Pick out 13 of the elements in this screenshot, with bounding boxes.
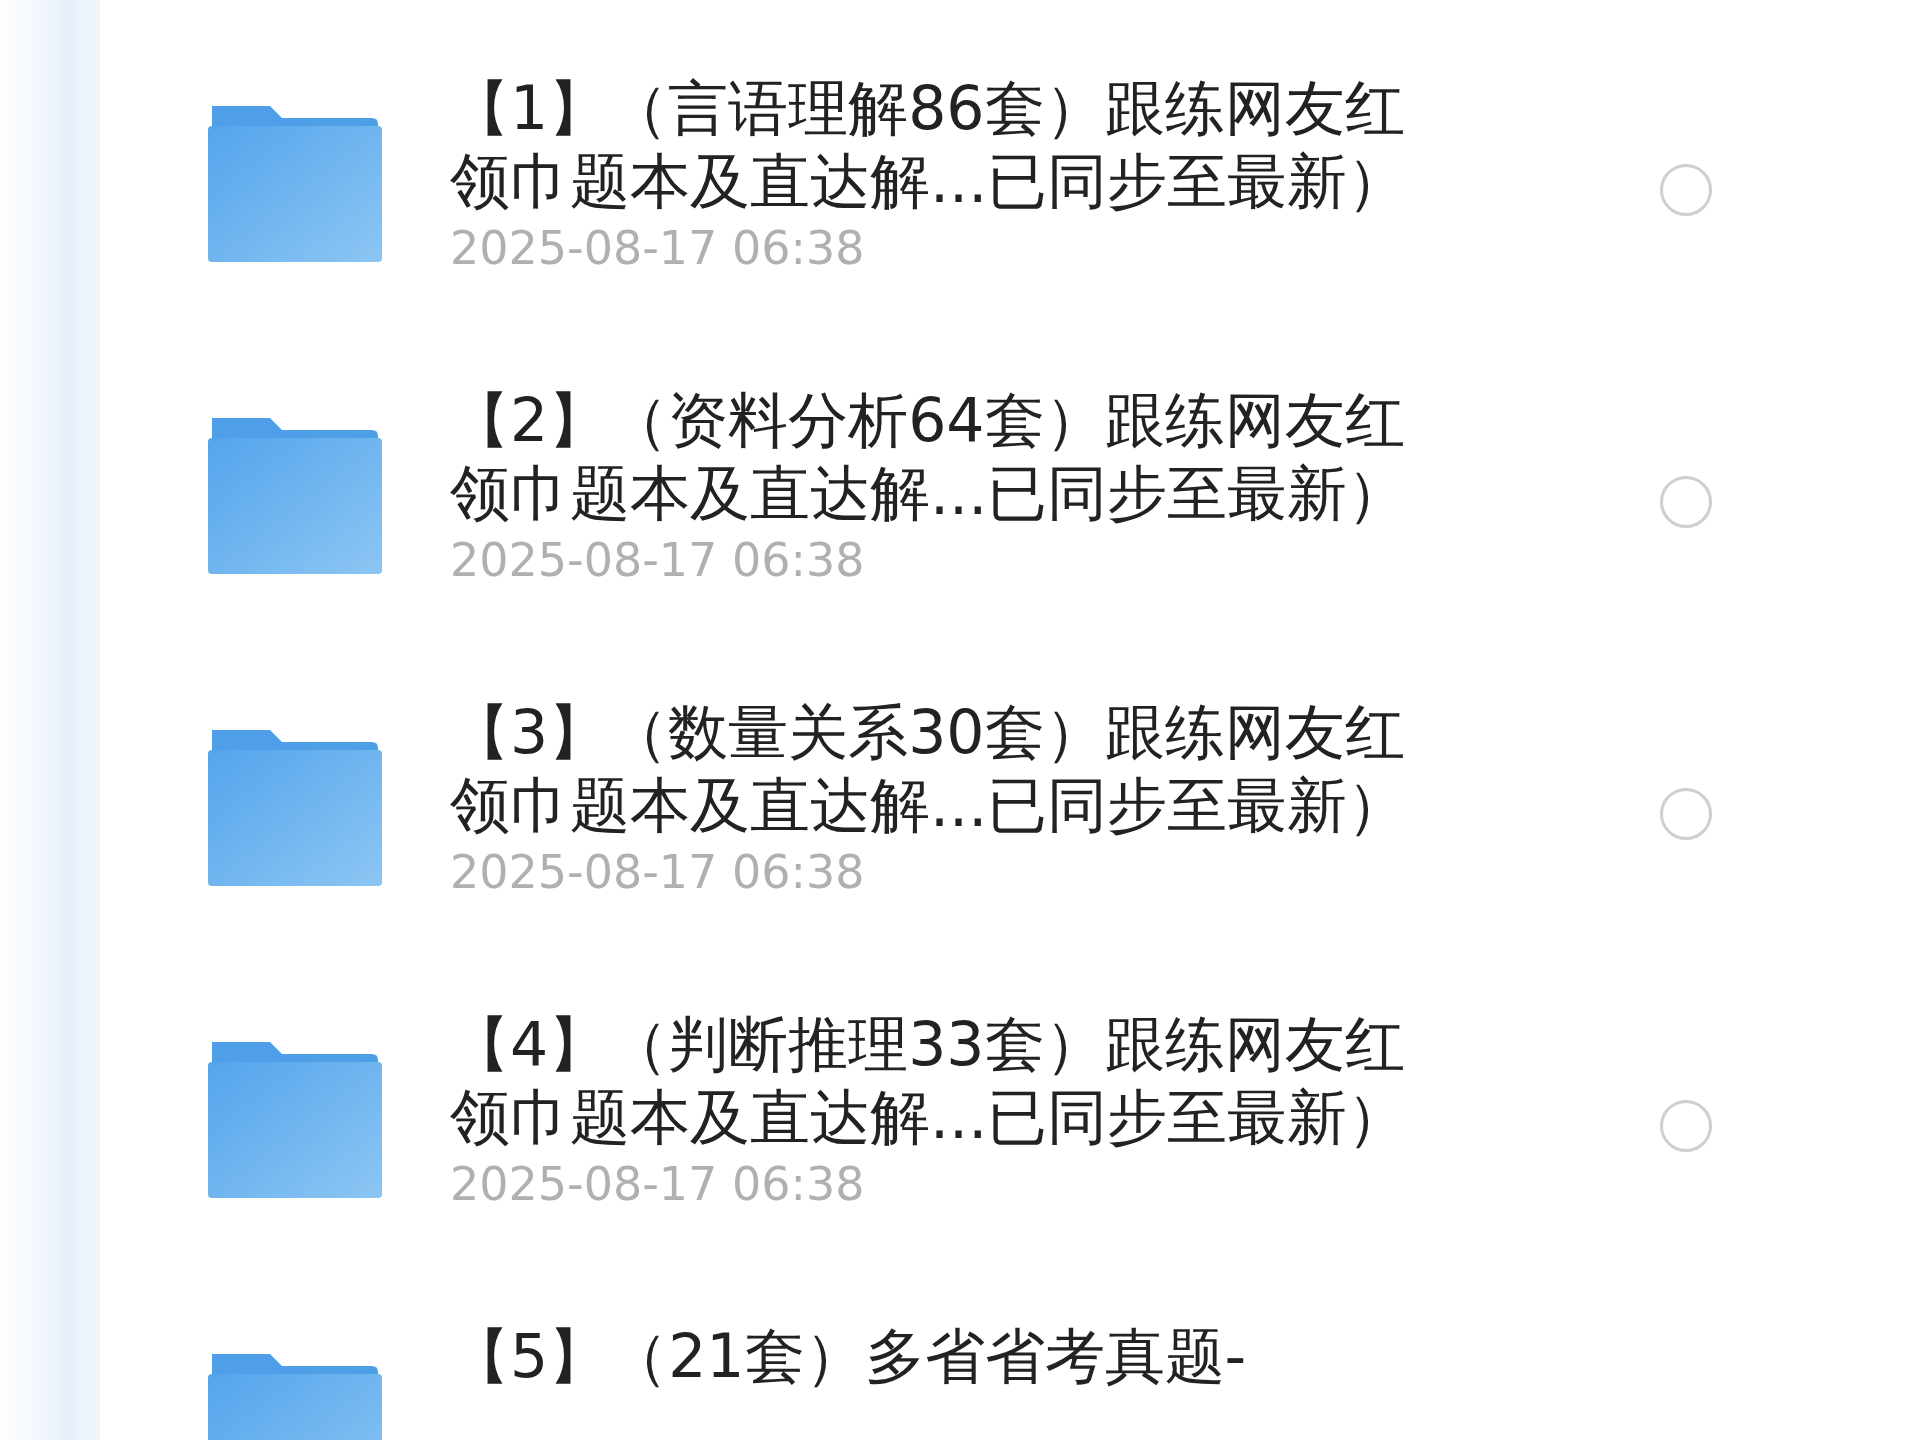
- modified-date: 2025-08-17 06:38: [450, 532, 866, 589]
- select-radio[interactable]: [1660, 788, 1712, 840]
- folder-name[interactable]: 【5】（21套）多省省考真题-: [450, 1320, 1247, 1393]
- select-radio[interactable]: [1660, 1100, 1712, 1152]
- folder-name[interactable]: 【2】（资料分析64套）跟练网友红 领巾题本及直达解...已同步至最新）: [450, 384, 1408, 530]
- select-radio[interactable]: [1660, 476, 1712, 528]
- modified-date: 2025-08-17 06:38: [450, 220, 866, 277]
- folder-name[interactable]: 【1】（言语理解86套）跟练网友红 领巾题本及直达解...已同步至最新）: [450, 72, 1408, 218]
- modified-date: 2025-08-17 06:38: [450, 1156, 866, 1213]
- folder-name[interactable]: 【4】（判断推理33套）跟练网友红 领巾题本及直达解...已同步至最新）: [450, 1008, 1408, 1154]
- select-radio[interactable]: [1660, 164, 1712, 216]
- modified-date: 2025-08-17 06:38: [450, 844, 866, 901]
- folder-name[interactable]: 【3】（数量关系30套）跟练网友红 领巾题本及直达解...已同步至最新）: [450, 696, 1408, 842]
